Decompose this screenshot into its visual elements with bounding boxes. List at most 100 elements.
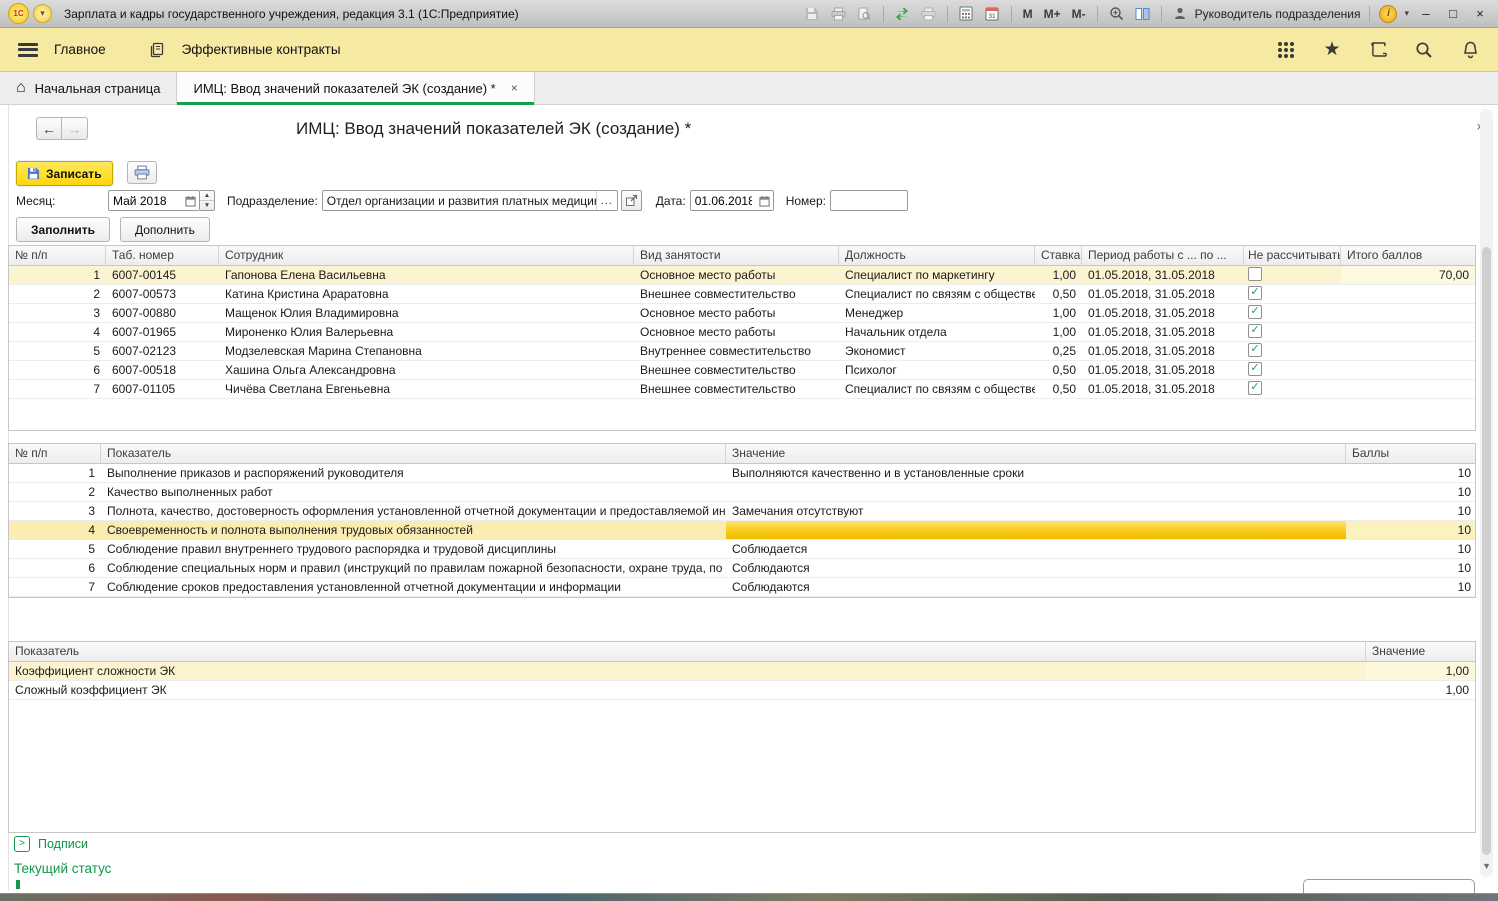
- employees-cell[interactable]: Катина Кристина Араратовна: [219, 285, 634, 303]
- save-button[interactable]: Записать: [16, 161, 113, 186]
- employees-cell[interactable]: [1244, 266, 1341, 284]
- indicators-cell[interactable]: Полнота, качество, достоверность оформле…: [101, 502, 726, 520]
- coefficients-cell[interactable]: 1,00: [1366, 681, 1475, 699]
- employees-cell[interactable]: 6: [9, 361, 106, 379]
- employees-column-header[interactable]: Таб. номер: [106, 246, 219, 265]
- employees-column-header[interactable]: Должность: [839, 246, 1035, 265]
- add-button[interactable]: Дополнить: [120, 217, 210, 242]
- indicators-cell[interactable]: 1: [9, 464, 101, 482]
- coefficients-cell[interactable]: 1,00: [1366, 662, 1475, 680]
- indicators-cell[interactable]: 10: [1346, 559, 1476, 577]
- menu-item-effective-contracts[interactable]: Эффективные контракты: [182, 42, 341, 57]
- employees-row-2[interactable]: 26007-00573Катина Кристина АраратовнаВне…: [9, 285, 1475, 304]
- minimize-button[interactable]: –: [1416, 6, 1436, 21]
- employees-cell[interactable]: 01.05.2018, 31.05.2018: [1082, 380, 1244, 398]
- employees-cell[interactable]: 0,50: [1035, 361, 1082, 379]
- not-calculate-checkbox[interactable]: ✓: [1248, 362, 1262, 376]
- indicators-row-5[interactable]: 5Соблюдение правил внутреннего трудового…: [9, 540, 1475, 559]
- indicators-row-1[interactable]: 1Выполнение приказов и распоряжений руко…: [9, 464, 1475, 483]
- indicators-cell[interactable]: 5: [9, 540, 101, 558]
- current-status-link[interactable]: Текущий статус: [14, 861, 111, 876]
- department-choose-button[interactable]: ...: [596, 191, 617, 210]
- employees-cell[interactable]: 6007-00145: [106, 266, 219, 284]
- employees-cell[interactable]: Основное место работы: [634, 323, 839, 341]
- employees-cell[interactable]: [1341, 342, 1475, 360]
- indicators-cell[interactable]: 6: [9, 559, 101, 577]
- indicators-cell[interactable]: [726, 483, 1346, 501]
- employees-row-1[interactable]: 16007-00145Гапонова Елена ВасильевнаОсно…: [9, 266, 1475, 285]
- employees-cell[interactable]: [1341, 304, 1475, 322]
- employees-column-header[interactable]: Не рассчитывать: [1244, 246, 1341, 265]
- employees-cell[interactable]: Начальник отдела: [839, 323, 1035, 341]
- employees-cell[interactable]: 70,00: [1341, 266, 1475, 284]
- employees-column-header[interactable]: Итого баллов: [1341, 246, 1475, 265]
- employees-cell[interactable]: Специалист по связям с обществе...: [839, 285, 1035, 303]
- employees-table[interactable]: № п/пТаб. номерСотрудникВид занятостиДол…: [8, 245, 1476, 431]
- employees-cell[interactable]: Мироненко Юлия Валерьевна: [219, 323, 634, 341]
- employees-cell[interactable]: 1: [9, 266, 106, 284]
- indicators-cell[interactable]: Замечания отсутствуют: [726, 502, 1346, 520]
- indicators-row-2[interactable]: 2Качество выполненных работ10: [9, 483, 1475, 502]
- employees-cell[interactable]: 5: [9, 342, 106, 360]
- employees-cell[interactable]: Специалист по связям с обществе...: [839, 380, 1035, 398]
- month-input[interactable]: [109, 194, 182, 208]
- employees-cell[interactable]: [1341, 361, 1475, 379]
- maximize-button[interactable]: □: [1443, 6, 1463, 21]
- employees-cell[interactable]: Хашина Ольга Александровна: [219, 361, 634, 379]
- employees-cell[interactable]: ✓: [1244, 361, 1341, 379]
- employees-cell[interactable]: ✓: [1244, 285, 1341, 303]
- employees-cell[interactable]: Внешнее совместительство: [634, 361, 839, 379]
- employees-cell[interactable]: 01.05.2018, 31.05.2018: [1082, 323, 1244, 341]
- history-icon[interactable]: [1368, 40, 1388, 60]
- memory-m-button[interactable]: M: [1021, 7, 1035, 21]
- employees-cell[interactable]: 0,25: [1035, 342, 1082, 360]
- indicators-cell[interactable]: 3: [9, 502, 101, 520]
- indicators-table[interactable]: № п/пПоказательЗначениеБаллы1Выполнение …: [8, 443, 1476, 598]
- employees-cell[interactable]: [1341, 323, 1475, 341]
- info-icon[interactable]: i: [1379, 5, 1397, 23]
- employees-cell[interactable]: 6007-02123: [106, 342, 219, 360]
- indicators-cell[interactable]: 2: [9, 483, 101, 501]
- indicators-cell[interactable]: [726, 521, 1346, 539]
- indicators-cell[interactable]: 10: [1346, 483, 1476, 501]
- indicators-cell[interactable]: Выполняются качественно и в установленны…: [726, 464, 1346, 482]
- memory-m-minus-button[interactable]: M-: [1070, 7, 1088, 21]
- fill-button[interactable]: Заполнить: [16, 217, 110, 242]
- indicators-cell[interactable]: Соблюдаются: [726, 578, 1346, 596]
- indicators-cell[interactable]: 10: [1346, 521, 1476, 539]
- employees-cell[interactable]: Гапонова Елена Васильевна: [219, 266, 634, 284]
- indicators-cell[interactable]: Выполнение приказов и распоряжений руков…: [101, 464, 726, 482]
- employees-cell[interactable]: ✓: [1244, 304, 1341, 322]
- split-window-icon[interactable]: [1133, 4, 1152, 23]
- department-field[interactable]: Отдел организации и развития платных мед…: [322, 190, 618, 211]
- employees-cell[interactable]: 4: [9, 323, 106, 341]
- data-exchange-icon[interactable]: [893, 4, 912, 23]
- indicators-cell[interactable]: Своевременность и полнота выполнения тру…: [101, 521, 726, 539]
- employees-cell[interactable]: Внешнее совместительство: [634, 285, 839, 303]
- close-button[interactable]: ×: [1470, 6, 1490, 21]
- coefficients-column-header[interactable]: Значение: [1366, 642, 1475, 661]
- employees-cell[interactable]: Модзелевская Марина Степановна: [219, 342, 634, 360]
- employees-cell[interactable]: Специалист по маркетингу: [839, 266, 1035, 284]
- indicators-cell[interactable]: 10: [1346, 578, 1476, 596]
- employees-cell[interactable]: Внутреннее совместительство: [634, 342, 839, 360]
- employees-cell[interactable]: ✓: [1244, 380, 1341, 398]
- indicators-cell[interactable]: Соблюдается: [726, 540, 1346, 558]
- apps-grid-icon[interactable]: [1276, 40, 1296, 60]
- employees-row-7[interactable]: 76007-01105Чичёва Светлана ЕвгеньевнаВне…: [9, 380, 1475, 399]
- search-icon[interactable]: [1414, 40, 1434, 60]
- employees-cell[interactable]: 01.05.2018, 31.05.2018: [1082, 342, 1244, 360]
- memory-m-plus-button[interactable]: M+: [1042, 7, 1063, 21]
- employees-cell[interactable]: 6007-00518: [106, 361, 219, 379]
- employees-cell[interactable]: Внешнее совместительство: [634, 380, 839, 398]
- month-field[interactable]: [108, 190, 200, 211]
- coefficients-column-header[interactable]: Показатель: [9, 642, 1366, 661]
- month-stepper[interactable]: ▲▼: [200, 190, 215, 211]
- employees-cell[interactable]: 1,00: [1035, 304, 1082, 322]
- current-user[interactable]: Руководитель подразделения: [1171, 4, 1361, 23]
- tab-home[interactable]: ⌂ Начальная страница: [0, 72, 177, 104]
- forward-button[interactable]: →: [62, 117, 88, 140]
- employees-cell[interactable]: 01.05.2018, 31.05.2018: [1082, 266, 1244, 284]
- employees-cell[interactable]: 6007-01105: [106, 380, 219, 398]
- coefficients-cell[interactable]: Сложный коэффициент ЭК: [9, 681, 1366, 699]
